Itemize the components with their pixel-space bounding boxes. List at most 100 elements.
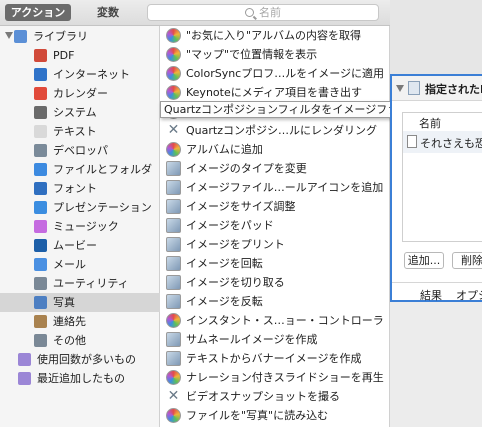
sidebar-item[interactable]: 写真	[0, 293, 160, 312]
text-icon	[34, 125, 47, 138]
card-tabs: 結果 オプショ	[392, 282, 482, 303]
action-label: テキストからバナーイメージを作成	[186, 352, 362, 365]
smart-folder-icon	[18, 372, 31, 385]
search-icon	[245, 8, 254, 17]
list-item[interactable]: ColorSyncプロフ…ルをイメージに適用	[160, 64, 388, 83]
tools-icon	[34, 144, 47, 157]
music-icon	[34, 220, 47, 233]
action-label: イメージを回転	[186, 257, 263, 270]
file-table[interactable]: 名前 それさえも恐	[402, 112, 482, 242]
action-label: "マップ"で位置情報を表示	[186, 48, 318, 61]
sidebar-item[interactable]: 連絡先	[0, 312, 160, 331]
sidebar-item[interactable]: メール	[0, 255, 160, 274]
sidebar-item-label: ライブラリ	[33, 30, 88, 43]
system-icon	[34, 106, 47, 119]
action-label: インスタント・ス…ョー・コントローラ	[186, 314, 384, 327]
image-tool-icon	[166, 218, 181, 233]
photo-icon	[34, 296, 47, 309]
pdf-icon	[34, 49, 47, 62]
sidebar-item-label: ムービー	[53, 239, 97, 252]
image-tool-icon	[166, 180, 181, 195]
sidebar-item-label: メール	[53, 258, 86, 271]
action-label: ビデオスナップショットを撮る	[186, 390, 340, 403]
list-item[interactable]: イメージをプリント	[160, 235, 388, 254]
sidebar-item[interactable]: PDF	[0, 46, 160, 65]
name-column-header[interactable]: 名前	[403, 113, 482, 132]
list-item[interactable]: イメージをパッド	[160, 216, 388, 235]
utility-icon	[34, 277, 47, 290]
image-tool-icon	[166, 161, 181, 176]
keynote-icon	[34, 201, 47, 214]
sidebar-item-label: ユーティリティ	[53, 277, 129, 290]
sidebar-item[interactable]: 使用回数が多いもの	[0, 350, 160, 369]
sidebar-item-label: PDF	[53, 49, 75, 62]
delete-button[interactable]: 削除	[452, 252, 482, 269]
list-item[interactable]: ✕ ビデオスナップショットを撮る	[160, 387, 388, 406]
sidebar-item-label: その他	[53, 334, 86, 347]
action-label: Quartzコンポジシ…ルにレンダリング	[186, 124, 377, 137]
sidebar-item-label: システム	[53, 106, 97, 119]
sidebar-item[interactable]: ムービー	[0, 236, 160, 255]
workflow-action-card[interactable]: 指定されたFi 名前 それさえも恐 追加... 削除 結果 オプショ	[390, 74, 482, 302]
contacts-icon	[34, 315, 47, 328]
image-tool-icon	[166, 256, 181, 271]
action-label: イメージを反転	[186, 295, 263, 308]
other-icon	[34, 334, 47, 347]
sidebar-item-label: ミュージック	[53, 220, 119, 233]
sidebar-item-label: カレンダー	[53, 87, 108, 100]
list-item[interactable]: インスタント・ス…ョー・コントローラ	[160, 311, 388, 330]
disclosure-triangle-icon[interactable]	[5, 32, 13, 39]
image-tool-icon	[166, 351, 181, 366]
list-item[interactable]: イメージを反転	[160, 292, 388, 311]
smart-folder-icon	[18, 353, 31, 366]
sidebar-item[interactable]: ユーティリティ	[0, 274, 160, 293]
sidebar-item[interactable]: プレゼンテーション	[0, 198, 160, 217]
list-item[interactable]: Keynoteにメディア項目を書き出す	[160, 83, 388, 102]
sidebar-item[interactable]: その他	[0, 331, 160, 350]
sidebar-item-label: 写真	[53, 296, 75, 309]
list-item[interactable]: イメージのタイプを変更	[160, 159, 388, 178]
list-item[interactable]: テキストからバナーイメージを作成	[160, 349, 388, 368]
search-placeholder: 名前	[259, 6, 281, 19]
table-row[interactable]: それさえも恐	[403, 131, 482, 153]
sidebar-item[interactable]: ファイルとフォルダ	[0, 160, 160, 179]
action-card-title: 指定されたFi	[425, 83, 482, 96]
list-item[interactable]: イメージを切り取る	[160, 273, 388, 292]
sidebar-item-label: 連絡先	[53, 315, 86, 328]
workflow-description-area	[390, 0, 482, 74]
sidebar-item[interactable]: カレンダー	[0, 84, 160, 103]
list-item[interactable]: "マップ"で位置情報を表示	[160, 45, 388, 64]
list-item[interactable]: アルバムに追加	[160, 140, 388, 159]
photos-action-icon	[166, 28, 181, 43]
sidebar-item[interactable]: フォント	[0, 179, 160, 198]
action-label: イメージをプリント	[186, 238, 285, 251]
list-item[interactable]: イメージファイル…ールアイコンを追加	[160, 178, 388, 197]
sidebar-item-label: ファイルとフォルダ	[53, 163, 152, 176]
photos-action-icon	[166, 408, 181, 423]
list-item[interactable]: サムネールイメージを作成	[160, 330, 388, 349]
cross-tools-icon: ✕	[167, 388, 180, 404]
search-input[interactable]: 名前	[147, 4, 379, 21]
photos-action-icon	[166, 66, 181, 81]
actions-tab[interactable]: アクション	[5, 4, 71, 21]
sidebar-item[interactable]: インターネット	[0, 65, 160, 84]
list-item[interactable]: ナレーション付きスライドショーを再生	[160, 368, 388, 387]
add-button[interactable]: 追加...	[404, 252, 444, 269]
variables-tab[interactable]: 変数	[80, 4, 136, 21]
sidebar-item[interactable]: ライブラリ	[0, 27, 160, 46]
sidebar-item[interactable]: 最近追加したもの	[0, 369, 160, 388]
tab-results[interactable]: 結果	[420, 287, 442, 303]
list-item[interactable]: ✕ Quartzコンポジシ…ルにレンダリング	[160, 121, 388, 140]
sidebar-item[interactable]: ミュージック	[0, 217, 160, 236]
folder-icon	[14, 30, 27, 43]
sidebar-item[interactable]: システム	[0, 103, 160, 122]
tab-options[interactable]: オプショ	[456, 287, 482, 303]
sidebar-item[interactable]: テキスト	[0, 122, 160, 141]
list-item[interactable]: イメージを回転	[160, 254, 388, 273]
list-item[interactable]: ファイルを"写真"に読み込む	[160, 406, 388, 425]
list-item[interactable]: "お気に入り"アルバムの内容を取得	[160, 26, 388, 45]
sidebar-item[interactable]: デベロッパ	[0, 141, 160, 160]
mail-icon	[34, 258, 47, 271]
list-item[interactable]: イメージをサイズ調整	[160, 197, 388, 216]
disclosure-triangle-icon[interactable]	[396, 85, 404, 92]
